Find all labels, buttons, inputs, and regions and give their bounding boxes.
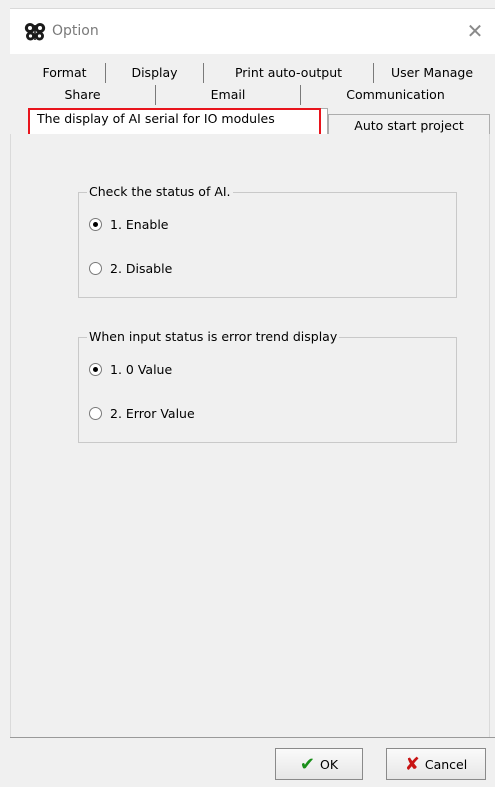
radio-button[interactable] xyxy=(89,406,102,420)
tab-communication[interactable]: Communication xyxy=(301,85,490,105)
radio-enable[interactable]: 1. Enable xyxy=(89,215,168,233)
tab-page: Check the status of AI. 1. Enable 2. Dis… xyxy=(10,134,490,737)
button-bar: ✔ OK ✘ Cancel xyxy=(10,737,495,787)
title-bar[interactable]: Option ✕ xyxy=(10,9,495,54)
group-title-error: When input status is error trend display xyxy=(87,329,340,344)
radio-zero-value[interactable]: 1. 0 Value xyxy=(89,360,172,378)
dialog-client: Format Display Print auto-output User Ma… xyxy=(10,54,495,787)
radio-label: 2. Disable xyxy=(110,260,173,276)
tab-auto-start-project[interactable]: Auto start project xyxy=(328,114,490,136)
x-icon: ✘ xyxy=(404,753,420,775)
cancel-label: Cancel xyxy=(424,756,468,772)
window-title: Option xyxy=(52,23,99,39)
group-error-trend: When input status is error trend display… xyxy=(78,329,457,443)
ok-button[interactable]: ✔ OK xyxy=(275,748,363,780)
tab-ai-serial-display[interactable]: The display of AI serial for IO modules xyxy=(28,108,328,134)
radio-label: 2. Error Value xyxy=(110,405,195,421)
radio-error-value[interactable]: 2. Error Value xyxy=(89,404,195,422)
tab-email[interactable]: Email xyxy=(156,85,301,105)
group-check-status: Check the status of AI. 1. Enable 2. Dis… xyxy=(78,184,457,298)
butterfly-app-icon xyxy=(24,23,46,41)
radio-button[interactable] xyxy=(89,261,102,275)
cancel-button[interactable]: ✘ Cancel xyxy=(386,748,486,780)
option-dialog: Option ✕ Format Display Print auto-outpu… xyxy=(0,0,495,787)
group-title-status: Check the status of AI. xyxy=(87,184,233,199)
close-icon[interactable]: ✕ xyxy=(459,15,491,47)
radio-label: 1. 0 Value xyxy=(110,361,173,377)
radio-disable[interactable]: 2. Disable xyxy=(89,259,172,277)
ok-label: OK xyxy=(320,756,339,772)
tab-user-manage[interactable]: User Manage xyxy=(374,63,490,83)
radio-button-selected[interactable] xyxy=(89,362,102,376)
tab-format[interactable]: Format xyxy=(24,63,106,83)
tab-display[interactable]: Display xyxy=(106,63,204,83)
radio-button-selected[interactable] xyxy=(89,217,102,231)
tab-share[interactable]: Share xyxy=(10,85,156,105)
tab-print-auto-output[interactable]: Print auto-output xyxy=(204,63,374,83)
radio-label: 1. Enable xyxy=(110,216,169,232)
checkmark-icon: ✔ xyxy=(299,753,316,775)
